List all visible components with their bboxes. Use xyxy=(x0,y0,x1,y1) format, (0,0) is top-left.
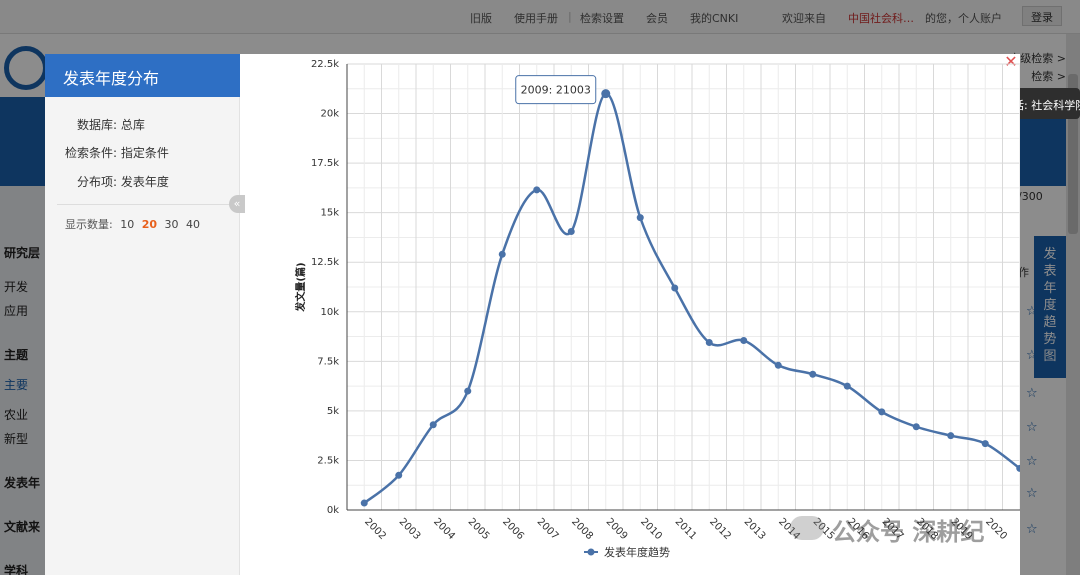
x-tick-label: 2004 xyxy=(431,516,457,542)
info-value: 总库 xyxy=(120,118,145,132)
x-tick-label: 2002 xyxy=(362,516,388,542)
data-point[interactable] xyxy=(843,382,851,390)
info-label: 检索条件: xyxy=(64,146,117,160)
data-point[interactable] xyxy=(947,432,955,440)
wechat-watermark-icon xyxy=(790,516,824,540)
modal-title: 发表年度分布 xyxy=(45,54,240,97)
data-point[interactable] xyxy=(809,370,817,378)
tooltip-text: 2009: 21003 xyxy=(521,84,591,97)
modal-sidebar: 发表年度分布 数据库: 总库 检索条件: 指定条件 分布项: 发表年度 显示数量… xyxy=(45,54,240,575)
y-tick-label: 7.5k xyxy=(317,356,339,367)
data-point[interactable] xyxy=(395,471,403,479)
x-tick-label: 2003 xyxy=(397,516,423,542)
info-distribution: 分布项: 发表年度 xyxy=(55,173,169,190)
y-tick-label: 12.5k xyxy=(311,257,339,268)
info-label: 分布项: xyxy=(76,175,117,189)
chart-grid xyxy=(346,63,1020,511)
legend-marker-icon xyxy=(587,548,595,556)
x-tick-label: 2020 xyxy=(983,516,1009,542)
legend-label: 发表年度趋势 xyxy=(604,545,670,559)
data-point[interactable] xyxy=(429,421,437,429)
y-tick-label: 17.5k xyxy=(311,158,339,169)
data-point[interactable] xyxy=(360,499,368,507)
data-point[interactable] xyxy=(567,227,575,235)
year-distribution-modal: 发表年度分布 数据库: 总库 检索条件: 指定条件 分布项: 发表年度 显示数量… xyxy=(45,54,1020,575)
data-point[interactable] xyxy=(533,186,541,194)
x-tick-label: 2007 xyxy=(535,516,561,542)
y-tick-label: 15k xyxy=(320,208,339,219)
info-label: 数据库: xyxy=(76,118,117,132)
info-value: 指定条件 xyxy=(120,146,169,160)
y-tick-label: 0k xyxy=(327,505,339,516)
data-point[interactable] xyxy=(912,423,920,431)
x-tick-label: 2008 xyxy=(569,516,595,542)
y-tick-label: 5k xyxy=(327,406,339,417)
x-tick-label: 2013 xyxy=(742,516,768,542)
x-tick-label: 2021 xyxy=(1018,516,1020,542)
data-point[interactable] xyxy=(981,440,989,448)
x-tick-label: 2011 xyxy=(673,516,699,542)
x-tick-label: 2006 xyxy=(500,516,526,542)
display-count-selector: 显示数量: 10 20 30 40 xyxy=(65,216,204,232)
sidebar-divider xyxy=(57,204,231,205)
data-points xyxy=(360,89,1020,507)
y-tick-label: 2.5k xyxy=(317,455,339,466)
data-point[interactable] xyxy=(774,361,782,369)
y-tick-label: 10k xyxy=(320,307,339,318)
data-point[interactable] xyxy=(601,89,611,99)
count-option-20[interactable]: 20 xyxy=(142,218,157,231)
x-tick-label: 2010 xyxy=(638,516,664,542)
info-value: 发表年度 xyxy=(120,175,169,189)
y-axis-ticks: 0k 2.5k 5k 7.5k 10k 12.5k 15k 17.5k 20k 22.5k xyxy=(311,59,339,516)
count-option-10[interactable]: 10 xyxy=(120,218,134,231)
count-option-40[interactable]: 40 xyxy=(186,218,200,231)
info-database: 数据库: 总库 xyxy=(55,116,145,133)
data-point[interactable] xyxy=(705,339,713,347)
chart-legend[interactable]: 发表年度趋势 xyxy=(584,545,670,559)
data-point[interactable] xyxy=(498,250,506,258)
y-tick-label: 20k xyxy=(320,109,339,120)
watermark-text: 公众号 深耕纪 xyxy=(832,518,985,546)
data-point[interactable] xyxy=(878,408,886,416)
info-condition: 检索条件: 指定条件 xyxy=(55,144,169,161)
x-tick-label: 2012 xyxy=(707,516,733,542)
y-tick-label: 22.5k xyxy=(311,59,339,70)
year-trend-chart: 0k 2.5k 5k 7.5k 10k 12.5k 15k 17.5k 20k 22.5k 200… xyxy=(294,59,1020,559)
y-axis-label: 发文量(篇) xyxy=(294,262,307,312)
count-option-30[interactable]: 30 xyxy=(165,218,179,231)
data-point[interactable] xyxy=(740,337,748,345)
data-tooltip: 2009: 21003 xyxy=(515,75,597,105)
display-count-label: 显示数量: xyxy=(65,218,113,231)
data-point[interactable] xyxy=(671,284,679,292)
x-tick-label: 2005 xyxy=(466,516,492,542)
x-tick-label: 2009 xyxy=(604,516,630,542)
data-point[interactable] xyxy=(464,387,472,395)
data-point[interactable] xyxy=(636,214,644,222)
